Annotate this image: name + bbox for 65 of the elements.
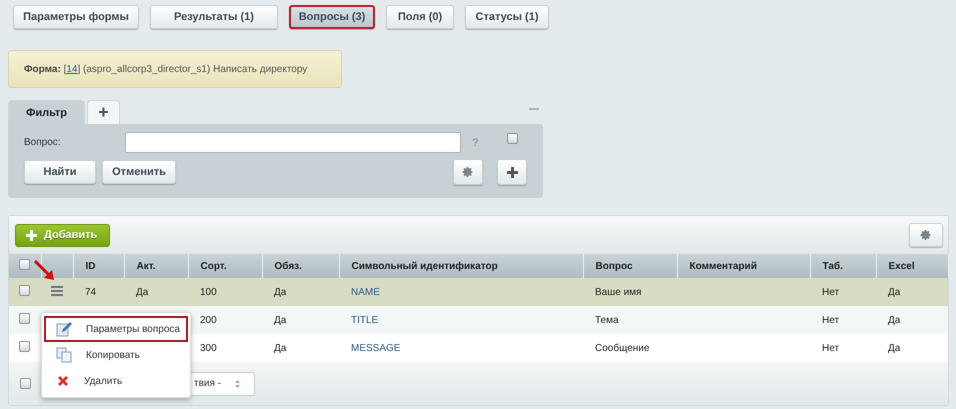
column-header[interactable]: Комментарий xyxy=(677,254,810,278)
code-link[interactable]: MESSAGE xyxy=(351,342,400,354)
table-cell: Да xyxy=(888,342,900,354)
cancel-button[interactable]: Отменить xyxy=(102,160,176,184)
copy-icon xyxy=(56,347,72,363)
table-cell: Тема xyxy=(595,314,619,326)
question-field[interactable] xyxy=(125,132,461,153)
column-header[interactable]: Акт. xyxy=(124,254,188,278)
column-header[interactable]: Excel xyxy=(876,254,948,278)
table-cell: Ваше имя xyxy=(595,286,642,298)
checkbox[interactable] xyxy=(19,259,30,270)
field-label: Вопрос: xyxy=(24,137,62,148)
column-header[interactable]: ID xyxy=(73,254,124,278)
table-cell: Да xyxy=(888,286,900,298)
checkbox[interactable] xyxy=(19,313,30,324)
column-header[interactable]: Символьный идентификатор xyxy=(339,254,583,278)
table-cell: 74 xyxy=(85,286,96,298)
table-cell: Нет xyxy=(822,314,840,326)
column-header[interactable]: Таб. xyxy=(810,254,876,278)
tab[interactable]: Статусы (1) xyxy=(465,5,549,29)
add-tab[interactable]: + xyxy=(87,100,120,124)
tab[interactable]: Поля (0) xyxy=(386,5,454,29)
table-cell: 300 xyxy=(200,342,217,354)
find-button[interactable]: Найти xyxy=(24,160,96,184)
table-cell: Да xyxy=(274,286,286,298)
settings-button[interactable] xyxy=(453,159,483,185)
table-cell: Нет xyxy=(822,286,840,298)
column-header[interactable]: Обяз. xyxy=(262,254,339,278)
add-button[interactable] xyxy=(497,159,527,185)
plus-icon xyxy=(26,230,37,240)
table-cell: Нет xyxy=(822,342,840,354)
delete-icon xyxy=(56,374,70,388)
settings-icon xyxy=(462,166,474,178)
checkbox[interactable] xyxy=(20,378,31,389)
form-link[interactable]: 14 xyxy=(66,64,78,74)
menu-item[interactable]: Удалить xyxy=(44,368,188,394)
arrow-icon xyxy=(34,260,56,282)
tab[interactable]: Параметры формы xyxy=(13,5,139,29)
menu-item[interactable]: Параметры вопроса xyxy=(44,316,188,342)
tab[interactable]: Фильтр xyxy=(8,100,85,124)
checkbox[interactable] xyxy=(19,341,30,352)
pencil-icon xyxy=(56,321,72,337)
tab[interactable]: Вопросы (3) xyxy=(289,5,375,29)
help-mark: ? xyxy=(472,136,479,148)
column-header[interactable]: Сорт. xyxy=(188,254,262,278)
table-cell: 100 xyxy=(200,286,217,298)
settings-icon xyxy=(920,229,932,241)
menu-icon[interactable] xyxy=(51,286,63,296)
sort-arrows-icon xyxy=(235,380,240,388)
tab[interactable]: Результаты (1) xyxy=(150,5,278,29)
table-cell: Сообщение xyxy=(595,342,650,354)
plus-icon xyxy=(506,166,518,178)
table-cell: Да xyxy=(274,314,286,326)
checkbox[interactable] xyxy=(19,285,30,296)
settings-button[interactable] xyxy=(909,223,943,247)
code-link[interactable]: TITLE xyxy=(351,314,378,326)
code-link[interactable]: NAME xyxy=(351,286,380,298)
table-cell: Да xyxy=(274,342,286,354)
table-cell: Да xyxy=(136,286,148,298)
table-row[interactable]: 74 Да 100 Да NAME Ваше имя Нет Да xyxy=(9,278,948,306)
info-text: Форма: [14] (aspro_allcorp3_director_s1) Написать директору xyxy=(24,64,308,74)
table-cell: Да xyxy=(888,314,900,326)
table-cell: 200 xyxy=(200,314,217,326)
column-header[interactable]: Вопрос xyxy=(583,254,677,278)
checkbox[interactable] xyxy=(506,133,518,144)
